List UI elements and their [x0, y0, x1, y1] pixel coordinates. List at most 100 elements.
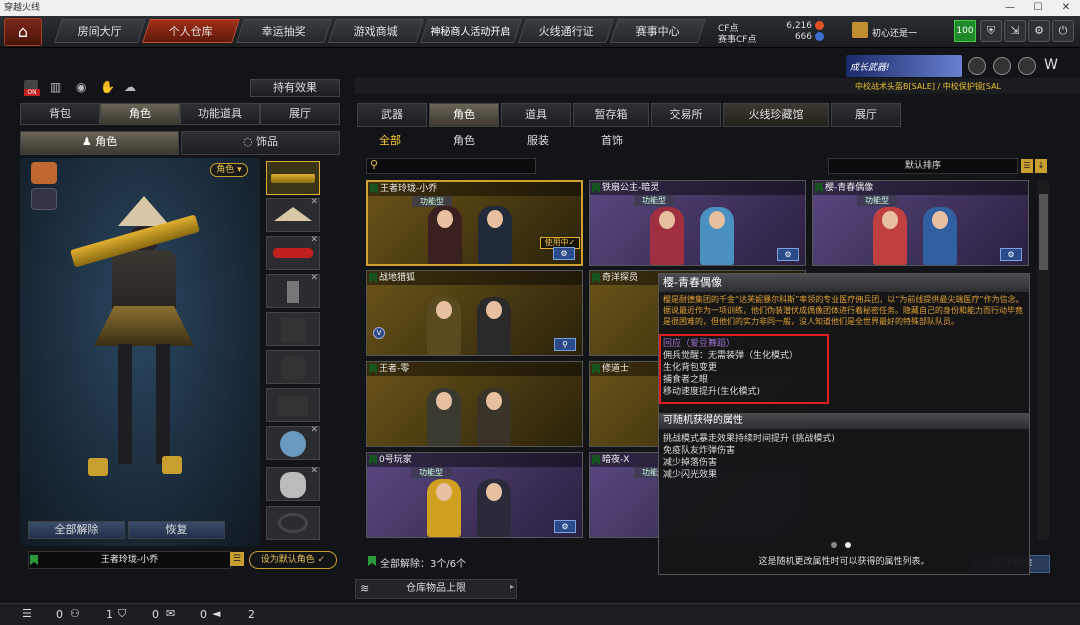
speaker-icon[interactable]: ◄	[212, 607, 220, 620]
slot-glasses[interactable]: ✕	[266, 235, 320, 270]
chat-icon[interactable]: ✉	[166, 607, 175, 620]
shield-icon[interactable]: ⛨	[980, 20, 1002, 42]
tab-events[interactable]: 赛事中心	[610, 19, 706, 43]
slot-dragon-charm[interactable]: ✕	[266, 425, 320, 460]
scrollbar-thumb[interactable]	[1039, 194, 1048, 270]
storage-limit-bar[interactable]: 仓库物品上限	[355, 579, 517, 599]
status-count: 0	[200, 608, 207, 621]
attr-item: 移动速度提升(生化模式)	[663, 387, 761, 397]
unequip-all-button[interactable]: 全部解除	[28, 521, 125, 539]
subtab-all[interactable]: 全部	[362, 130, 418, 152]
wolf-icon[interactable]	[31, 162, 57, 184]
expand-arrow-icon[interactable]: ▸	[510, 582, 514, 591]
slot-vest[interactable]	[266, 312, 320, 346]
tab-function-items[interactable]: 功能道具	[180, 103, 260, 125]
sort-dropdown[interactable]: 默认排序	[828, 158, 1018, 174]
search-input[interactable]	[366, 158, 536, 174]
current-role-name: 王者玲珑-小乔	[28, 551, 231, 569]
tab-showroom[interactable]: 展厅	[831, 103, 901, 127]
w-logo-icon[interactable]: W	[1042, 57, 1060, 75]
news-ticker: 中校战术头盔B[SALE] / 中校保护镜[SAL	[855, 82, 1001, 91]
tab-characters[interactable]: 角色	[429, 103, 499, 127]
home-button[interactable]: ⌂	[4, 18, 42, 46]
restore-button[interactable]: 恢复	[128, 521, 225, 539]
close-button[interactable]: ✕	[1052, 0, 1080, 16]
cf-value: 6,216	[786, 21, 812, 31]
maximize-button[interactable]: ☐	[1024, 0, 1052, 16]
random-attr-item: 减少闪光效果	[663, 470, 718, 480]
figure-icon: ♟	[81, 135, 96, 148]
status-count: 1	[106, 608, 113, 621]
item-tooltip: 樱-青春偶像 樱是耐德集团的千金“达芙妮暴尔科斯”率领的专业医疗佣兵团，以“为前…	[658, 273, 1030, 575]
slot-armor[interactable]	[266, 350, 320, 384]
subtab-clothing[interactable]: 服装	[510, 130, 566, 152]
slot-radio[interactable]: ✕	[266, 273, 320, 308]
eye-icon[interactable]: ◉	[76, 80, 90, 94]
card-item[interactable]: 王者玲珑-小乔 功能型 使用中✓ ⚙	[366, 180, 583, 266]
layers-icon: ≋	[360, 582, 370, 595]
card-item[interactable]: 战地猎狐 V ⚲	[366, 270, 583, 356]
pet-icon[interactable]: ☁	[124, 80, 138, 94]
tab-lottery[interactable]: 幸运抽奖	[236, 19, 332, 43]
tab-role[interactable]: 角色	[100, 103, 180, 125]
character-boot-right	[162, 456, 182, 474]
page-dot[interactable]	[831, 542, 837, 548]
avatar[interactable]	[852, 22, 868, 38]
wings-icon[interactable]	[31, 188, 57, 210]
random-attrs-title: 可随机获得的属性	[659, 413, 1029, 429]
slot-bracelet[interactable]	[266, 506, 320, 540]
status-count: 2	[248, 608, 255, 621]
badge-icon-1[interactable]	[968, 57, 986, 75]
tab-gallery[interactable]: 展厅	[260, 103, 340, 125]
card-item[interactable]: 樱-青春偶像 功能型 ⚙	[812, 180, 1029, 266]
page-dot-active[interactable]	[845, 542, 851, 548]
tab-collection[interactable]: 火线珍藏馆	[723, 103, 829, 127]
card-item[interactable]: 0号玩家 功能型 ⚙	[366, 452, 583, 538]
ring-icon: ◌	[242, 135, 257, 148]
hand-icon[interactable]: ✋	[100, 80, 115, 94]
gear-icon[interactable]: ⚙	[1028, 20, 1050, 42]
badge-icon-2[interactable]	[993, 57, 1011, 75]
exit-icon[interactable]: ⇲	[1004, 20, 1026, 42]
tab-bag[interactable]: 背包	[20, 103, 100, 125]
recharge-icon[interactable]	[815, 21, 824, 30]
role-dropdown[interactable]: 角色 ▾	[210, 163, 248, 177]
badge-icon-3[interactable]	[1018, 57, 1036, 75]
subtab-role[interactable]: ♟ 角色	[20, 131, 179, 155]
subtab-characters[interactable]: 角色	[436, 130, 492, 152]
search-icon: ⚲	[370, 158, 379, 171]
slot-hat[interactable]: ✕	[266, 197, 320, 232]
slot-weapon[interactable]	[266, 161, 320, 195]
clan-shield-icon[interactable]: ⛉	[118, 607, 126, 621]
tab-lobby[interactable]: 房间大厅	[54, 19, 146, 43]
friends-icon[interactable]: ⚇	[70, 607, 80, 620]
menu-icon[interactable]: ☰	[22, 607, 32, 620]
sort-arrow-icon[interactable]: ↓	[1035, 159, 1047, 173]
subtab-accessory[interactable]: ◌ 饰品	[181, 131, 340, 155]
list-view-icon[interactable]: ☰	[1021, 159, 1033, 173]
tab-weapons[interactable]: 武器	[357, 103, 427, 127]
effects-button[interactable]: 持有效果	[250, 79, 340, 97]
tab-mystery-merchant[interactable]: 神秘商人活动开启	[420, 19, 522, 43]
status-count: 0	[152, 608, 159, 621]
ad-banner[interactable]: 成长武器!	[846, 55, 962, 77]
tab-items[interactable]: 道具	[501, 103, 571, 127]
card-item[interactable]: 王者-零	[366, 361, 583, 447]
slot-dragon-badge[interactable]: ✕	[266, 466, 320, 501]
set-default-button[interactable]: 设为默认角色 ✓	[249, 551, 337, 569]
subtab-jewelry[interactable]: 首饰	[584, 130, 640, 152]
minimize-button[interactable]: —	[996, 0, 1024, 16]
tab-warehouse[interactable]: 个人仓库	[142, 19, 240, 43]
buildings-icon[interactable]: ▥	[50, 80, 64, 94]
edit-icon: ⚙	[777, 248, 799, 261]
card-item[interactable]: 铁扇公主-暗灵 功能型 ⚙	[589, 180, 806, 266]
list-icon[interactable]: ☰	[230, 552, 244, 566]
event-cf-value: 666	[794, 32, 812, 42]
slot-pants[interactable]	[266, 388, 320, 422]
tab-exchange[interactable]: 交易所	[651, 103, 721, 127]
tab-battle-pass[interactable]: 火线通行证	[518, 19, 614, 43]
tab-storage-box[interactable]: 暂存箱	[573, 103, 649, 127]
power-icon[interactable]: ⏻	[1052, 20, 1074, 42]
unequip-summary: 全部解除：3个/6个	[380, 559, 467, 570]
tab-shop[interactable]: 游戏商城	[328, 19, 424, 43]
